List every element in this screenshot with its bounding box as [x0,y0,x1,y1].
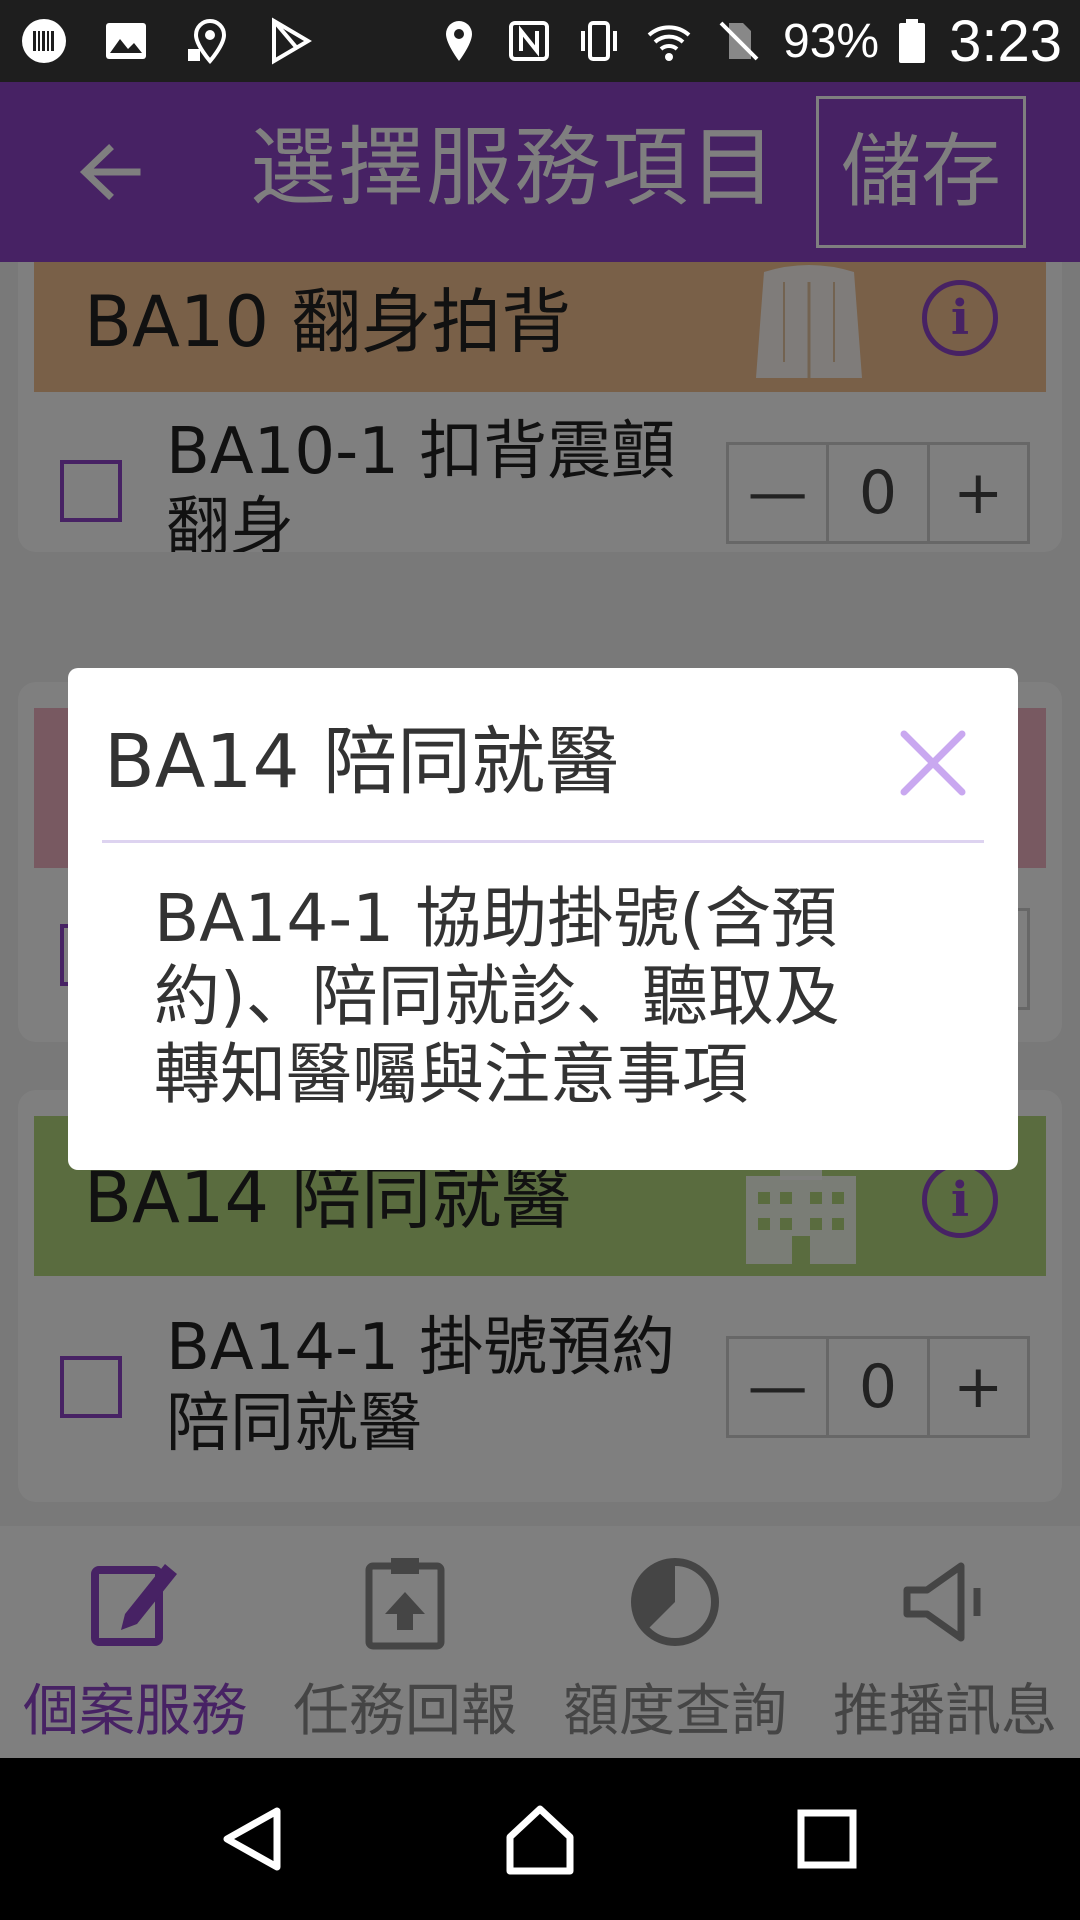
close-icon [900,730,966,796]
wifi-icon [643,15,695,67]
image-icon [100,15,152,67]
dialog-title: BA14 陪同就醫 [104,719,620,805]
vibrate-icon [573,15,625,67]
no-sim-icon [713,15,765,67]
triangle-back-icon [223,1807,281,1871]
recents-nav-button[interactable] [777,1789,877,1889]
clock: 3:23 [949,8,1062,74]
divider [102,840,984,843]
home-icon [506,1805,574,1875]
dialog-body: BA14-1 協助掛號(含預約)、陪同就診、聽取及轉知醫囑與注意事項 [154,880,840,1113]
home-nav-button[interactable] [490,1789,590,1889]
location-pin-icon [433,15,485,67]
back-nav-button[interactable] [203,1789,303,1889]
location-app-icon [182,15,234,67]
play-store-icon [264,15,316,67]
nfc-icon [503,15,555,67]
battery-percent: 93% [783,14,880,68]
close-button[interactable] [888,718,978,808]
status-bar: 93% 3:23 [0,0,1080,82]
barcode-app-icon [18,15,70,67]
info-dialog: BA14 陪同就醫 BA14-1 協助掛號(含預約)、陪同就診、聽取及轉知醫囑與… [68,668,1018,1170]
battery-icon [897,15,927,67]
square-recents-icon [797,1809,857,1869]
system-navigation-bar [0,1758,1080,1920]
